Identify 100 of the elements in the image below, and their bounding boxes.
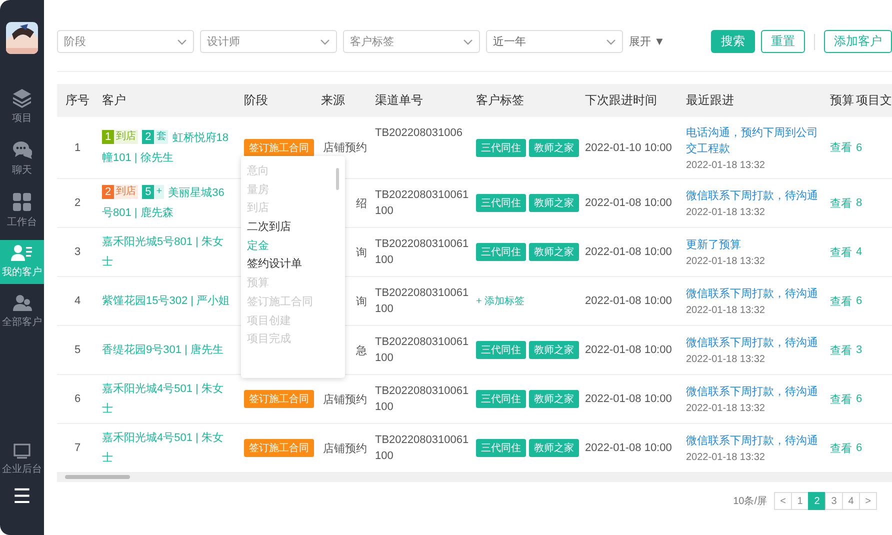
layers-icon [12,88,32,108]
column-header: 来源 [320,92,346,109]
follow-up-link[interactable]: 微信联系下周打款，待沟通 [686,188,822,204]
page-button[interactable]: 2 [808,492,826,510]
follow-up-time: 2022-01-18 13:32 [686,160,766,170]
column-header: 项目文 [856,92,892,109]
table-cell-text: 5 [73,344,82,356]
table-cell-text: 6 [856,442,864,454]
follow-up-time: 2022-01-18 13:32 [686,452,766,463]
follow-up-link[interactable]: 微信联系下周打款，待沟通 [686,384,822,400]
follow-up-link[interactable]: 微信联系下周打款，待沟通 [686,286,822,302]
follow-up-link[interactable]: 电话沟通，预约下周到公司交工程款 [686,124,822,156]
action-button[interactable]: 添加客户 [824,30,892,53]
view-link[interactable]: 查看 [826,196,856,210]
table-cell-text: 询 [355,294,368,308]
column-header: 渠道单号 [374,92,424,109]
customer-link[interactable]: 嘉禾阳光城5号801 | 朱女士 [98,232,240,272]
table-cell-text: 1 [73,142,82,154]
table-cell-text: TB2022080310061100 [374,335,470,366]
table-cell-text: 4 [73,295,82,307]
dropdown-option[interactable]: 签约设计单 [247,255,345,274]
customer-tag: 三代同住 [476,194,526,212]
table-cell-text: 6 [856,142,864,154]
scrollbar[interactable] [57,473,892,482]
stage-tag: 签订施工合同 [244,138,314,156]
customer-tag: 三代同住 [476,243,526,261]
select-field[interactable]: 客户标签 [343,30,480,53]
select-field[interactable]: 近一年 [486,30,623,53]
view-link[interactable]: 查看 [826,244,856,260]
column-header: 最近跟进 [685,92,735,109]
column-header: 客户标签 [475,92,525,109]
table-cell-text: 2022-01-08 10:00 [584,344,673,356]
follow-up-link[interactable]: 微信联系下周打款，待沟通 [686,335,822,351]
customer-tag: 三代同住 [476,138,526,156]
table-cell-text: 7 [73,442,82,454]
customer-link[interactable]: 嘉禾阳光城4号501 | 朱女士 [98,428,240,468]
prev-page-button[interactable]: < [774,492,792,510]
table-cell-text: TB202208031006 [374,126,464,141]
dropdown-option[interactable]: 二次到店 [247,218,345,237]
view-link[interactable]: 查看 [826,294,856,308]
table-cell-text: 6 [73,393,82,405]
table-cell-text: 2022-01-08 10:00 [584,197,673,209]
monitor-icon [13,443,31,459]
follow-up-time: 2022-01-18 13:32 [686,256,766,267]
customer-link[interactable]: 香缇花园9号301 | 唐先生 [98,340,240,360]
page-button[interactable]: 3 [825,492,843,510]
customer-link[interactable]: 1 到店 2 套 虹桥悦府18幢101 | 徐先生 [98,128,240,168]
page-size: 10条/屏 [733,495,767,508]
customer-link[interactable]: 嘉禾阳光城4号501 | 朱女士 [98,379,240,419]
person-list-icon [11,244,33,262]
follow-up-link[interactable]: 微信联系下周打款，待沟通 [686,433,822,449]
select-field[interactable]: 设计师 [200,30,337,53]
sidebar-item[interactable]: 我的客户 [0,240,44,284]
customer-link[interactable]: 2 到店 5 + 美丽星城36号801 | 鹿先森 [98,183,240,223]
table-cell-text: TB2022080310061100 [374,286,470,317]
customer-tag: 三代同住 [476,390,526,408]
action-button[interactable]: 重置 [761,30,805,53]
view-link[interactable]: 查看 [826,342,856,358]
select-field[interactable]: 阶段 [57,30,194,53]
sidebar-item[interactable]: 工作台 [0,188,44,234]
menu-icon[interactable]: ☰ [13,487,31,507]
table-cell-text: 绍 [355,196,368,210]
view-link[interactable]: 查看 [826,392,856,406]
sidebar-item[interactable]: 企业后台 [0,439,44,481]
follow-up-time: 2022-01-18 13:32 [686,207,766,218]
add-tag-link[interactable]: + 添加标签 [476,294,525,308]
table-cell-text: TB2022080310061100 [374,384,470,415]
customer-link[interactable]: 紫馑花园15号302 | 严小姐 [98,291,240,311]
follow-up-link[interactable]: 更新了预算 [686,237,822,253]
sidebar-item[interactable]: 全部客户 [0,290,44,334]
column-header: 序号 [64,92,90,109]
column-header: 下次跟进时间 [584,92,658,109]
search-button[interactable]: 搜索 [711,30,755,53]
table-cell-text: 6 [856,393,864,405]
follow-up-time: 2022-01-18 13:32 [686,403,766,414]
table-cell-text: TB2022080310061100 [374,237,470,268]
view-link[interactable]: 查看 [826,140,856,155]
table-cell-text: 2 [73,197,82,209]
page-button[interactable]: 1 [791,492,809,510]
table-cell-text: 店铺预约 [322,442,368,456]
chevron-down-icon [320,38,330,44]
page-button[interactable]: 4 [842,492,860,510]
view-link[interactable]: 查看 [826,440,856,456]
table-cell-text: 店铺预约 [322,140,368,155]
table-cell-text: 2022-01-10 10:00 [584,142,673,154]
table-cell-text: 4 [856,246,864,258]
column-header: 客户 [101,92,127,109]
table-cell-text: 2022-01-08 10:00 [584,393,673,405]
table-cell-text: TB2022080310061100 [374,433,470,464]
customer-tag: 三代同住 [476,439,526,457]
dropdown-option[interactable]: 定金 [247,236,345,256]
stage-tag: 签订施工合同 [244,439,314,457]
table-cell-text: TB2022080310061100 [374,188,470,219]
sidebar-item[interactable]: 项目 [0,84,44,130]
scrollbar-thumb[interactable] [336,168,339,190]
next-page-button[interactable]: > [859,492,877,510]
follow-up-time: 2022-01-18 13:32 [686,305,766,316]
sidebar-item[interactable]: 聊天 [0,136,44,182]
expand-toggle[interactable]: 展开 ▼ [629,34,665,49]
table-cell-text: 3 [73,246,82,258]
